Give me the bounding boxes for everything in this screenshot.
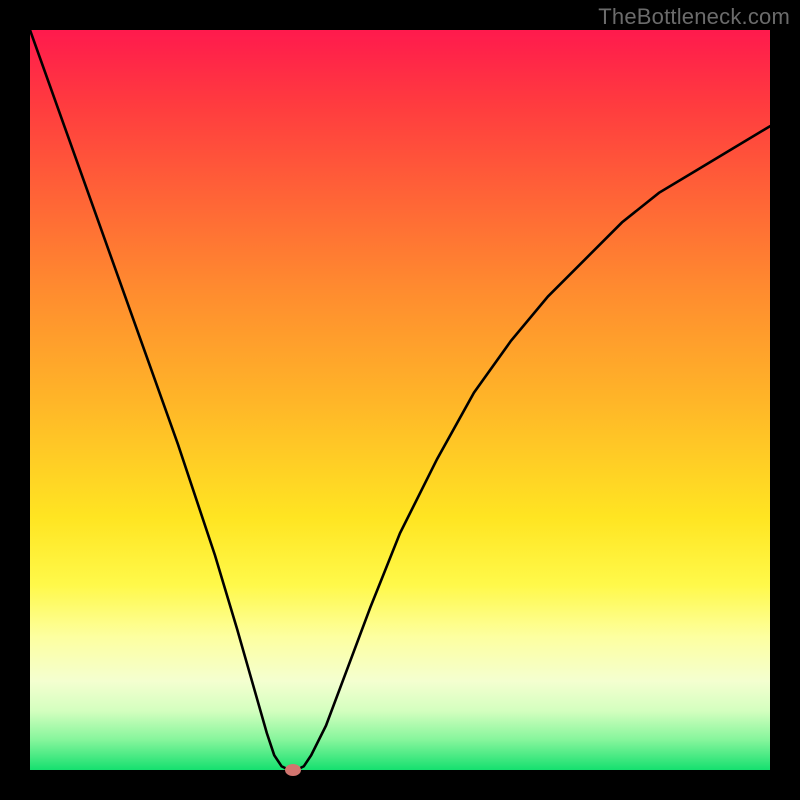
- watermark-text: TheBottleneck.com: [598, 4, 790, 30]
- optimal-point-marker: [285, 764, 301, 776]
- plot-area: [30, 30, 770, 770]
- chart-frame: TheBottleneck.com: [0, 0, 800, 800]
- curve-svg: [30, 30, 770, 770]
- bottleneck-curve: [30, 30, 770, 770]
